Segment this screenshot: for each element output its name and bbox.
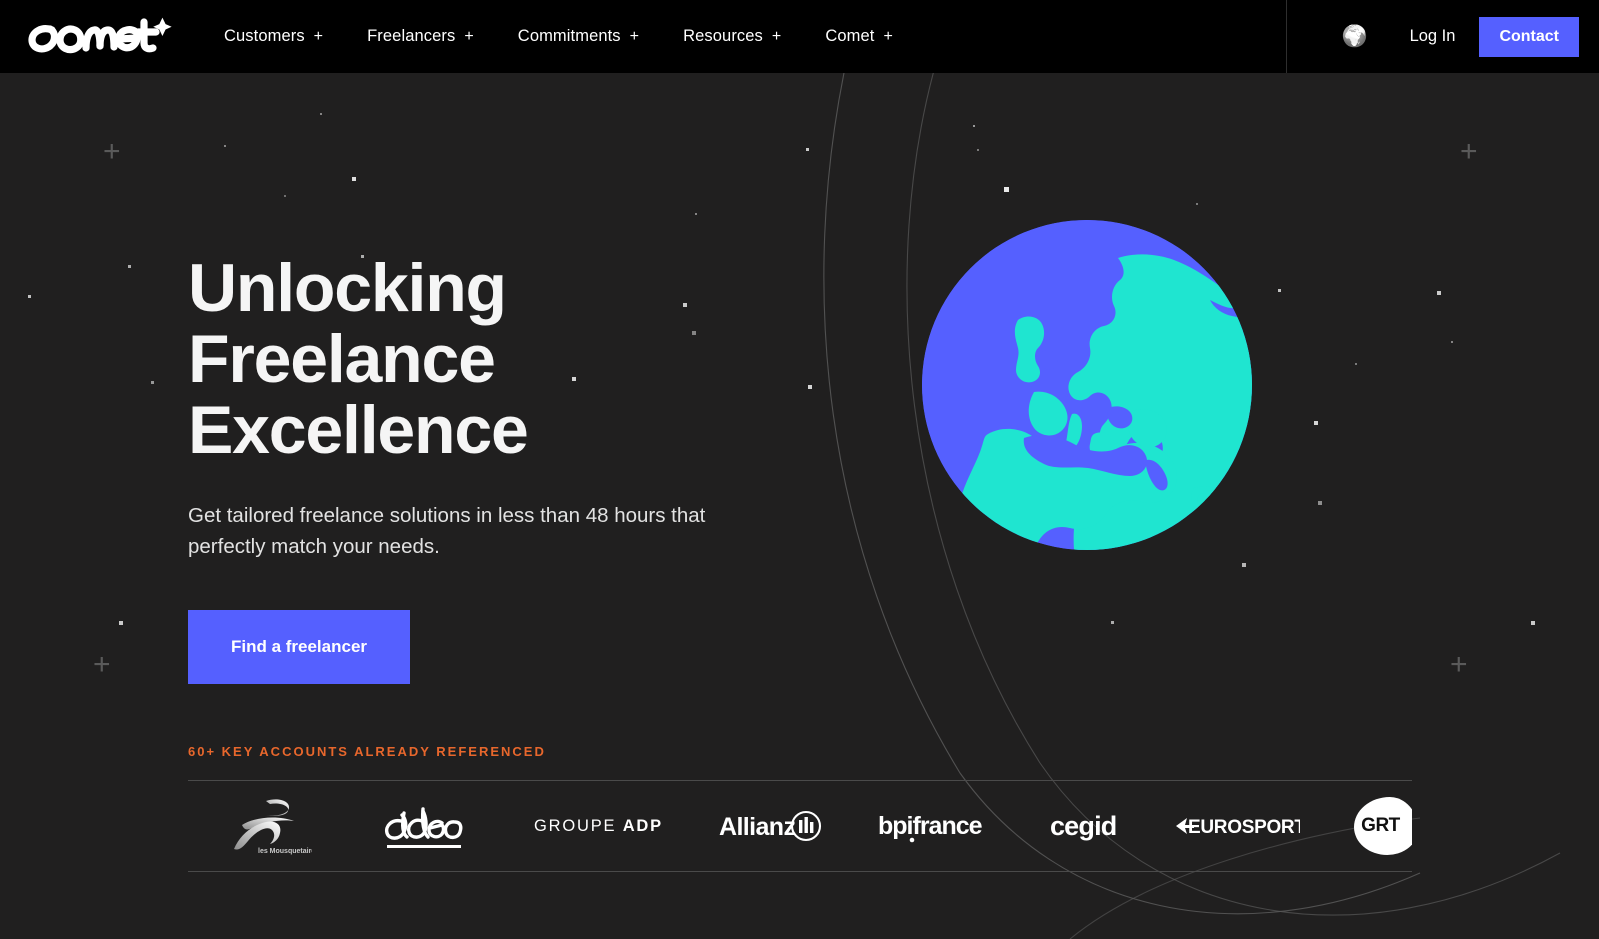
eurosport-wordmark: EUROSPORT [1188, 817, 1300, 838]
globe-icon: 🌍 [1341, 25, 1368, 48]
landing-page: Customers + Freelancers + Commitments + … [0, 0, 1599, 939]
gaz-text: gaz [1410, 814, 1412, 838]
hero-copy-block: Unlocking Freelance Excellence Get tailo… [188, 253, 828, 684]
chevron-expand-icon: + [464, 27, 474, 45]
hero-section: + + + + Unlocking Freelance Excellence G… [0, 73, 1599, 939]
nav-item-commitments[interactable]: Commitments + [496, 0, 661, 73]
globe-continents-icon [922, 220, 1252, 550]
client-logos-section: 60+ Key accounts already referenced les [188, 744, 1412, 872]
client-logo-allianz[interactable]: Allianz [693, 781, 848, 871]
nav-item-customers[interactable]: Customers + [202, 0, 345, 73]
grt-text: GRT [1361, 815, 1400, 836]
hero-title-line-3: Excellence [188, 392, 529, 468]
plus-decoration-icon: + [1460, 135, 1478, 168]
hero-title-line-2: Freelance [188, 321, 496, 397]
find-a-freelancer-button[interactable]: Find a freelancer [188, 610, 410, 684]
hero-subtitle: Get tailored freelance solutions in less… [188, 504, 706, 558]
nav-item-label: Freelancers [367, 27, 456, 45]
cegid-wordmark: cegid [1049, 810, 1117, 841]
client-logo-grtgaz[interactable]: GRT gaz [1328, 781, 1412, 871]
client-logo-groupe-adp[interactable]: GROUPE ADP [504, 781, 693, 871]
navbar-actions: 🌍 Log In Contact [1324, 0, 1599, 73]
globe-illustration [922, 220, 1252, 550]
les-mousquetaires-logo-icon: les Mousquetaires [234, 799, 312, 855]
chevron-expand-icon: + [629, 27, 640, 45]
eurosport-logo-icon: EUROSPORT [1176, 817, 1300, 838]
nav-item-label: Comet [825, 27, 875, 45]
nav-item-comet[interactable]: Comet + [803, 0, 915, 73]
groupe-adp-wordmark: GROUPE ADP [534, 817, 663, 836]
allianz-wordmark: Allianz [719, 813, 795, 841]
groupe-adp-text-thin: GROUPE [534, 816, 617, 835]
client-logo-cegid[interactable]: cegid [1018, 781, 1149, 871]
bpifrance-wordmark: bpifrance [878, 812, 983, 840]
chevron-expand-icon: + [313, 27, 324, 45]
plus-decoration-icon: + [1450, 648, 1468, 681]
client-logos-row: les Mousquetaires [188, 781, 1412, 871]
chevron-expand-icon: + [771, 27, 782, 45]
plus-decoration-icon: + [103, 135, 121, 168]
hero-title-line-1: Unlocking [188, 250, 507, 326]
page-title: Unlocking Freelance Excellence [188, 253, 828, 466]
client-logo-eurosport[interactable]: EUROSPORT [1148, 781, 1328, 871]
client-logo-adeo[interactable] [346, 781, 504, 871]
nav-item-label: Resources [683, 27, 763, 45]
adeo-logo-icon [384, 807, 463, 848]
client-logo-bpifrance[interactable]: bpifrance [848, 781, 1018, 871]
contact-button[interactable]: Contact [1479, 16, 1579, 57]
log-in-button[interactable]: Log In [1386, 0, 1480, 73]
nav-item-label: Customers [224, 27, 305, 45]
nav-item-label: Commitments [517, 27, 621, 45]
comet-wordmark-icon [28, 17, 172, 53]
navbar-divider [1286, 0, 1287, 73]
primary-nav-links: Customers + Freelancers + Commitments + … [202, 0, 915, 73]
client-logo-les-mousquetaires[interactable]: les Mousquetaires [188, 781, 346, 871]
grtgaz-badge-icon: GRT gaz [1354, 797, 1412, 855]
nav-item-freelancers[interactable]: Freelancers + [345, 0, 496, 73]
bpifrance-logo-icon: bpifrance [878, 812, 984, 843]
language-selector-button[interactable]: 🌍 [1324, 0, 1386, 73]
chevron-expand-icon: + [883, 27, 893, 45]
nav-item-resources[interactable]: Resources + [661, 0, 803, 73]
plus-decoration-icon: + [93, 648, 111, 681]
top-navigation-bar: Customers + Freelancers + Commitments + … [0, 0, 1599, 73]
client-logos-label: 60+ Key accounts already referenced [188, 744, 546, 759]
comet-logo[interactable] [0, 0, 186, 73]
client-logos-bottom-rule [188, 871, 1412, 872]
les-mousquetaires-wordmark: les Mousquetaires [258, 848, 312, 855]
groupe-adp-text-bold: ADP [622, 816, 663, 835]
allianz-logo-icon: Allianz [719, 810, 822, 842]
